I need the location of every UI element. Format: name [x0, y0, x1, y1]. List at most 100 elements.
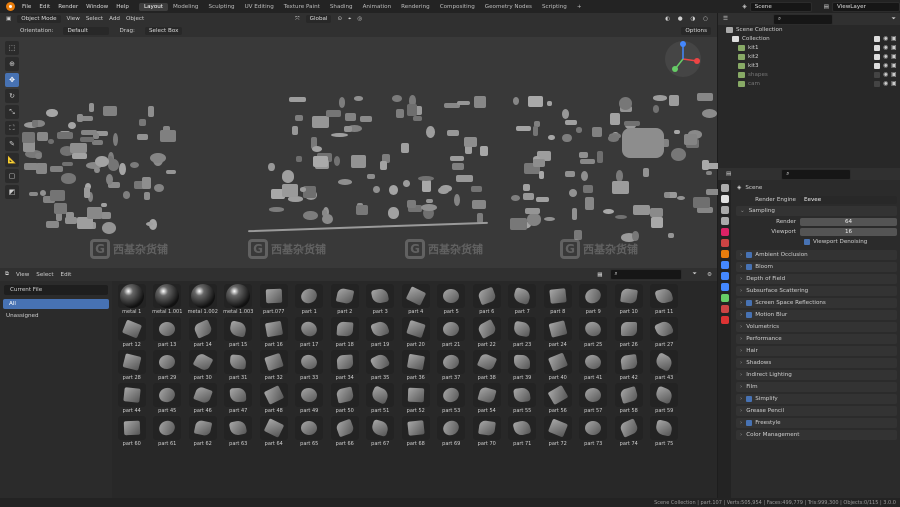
asset-item[interactable]: part 36 — [398, 350, 434, 383]
move-tool-icon[interactable]: ✥ — [5, 73, 19, 87]
mesh-part[interactable] — [582, 185, 594, 193]
mesh-part[interactable] — [523, 184, 530, 192]
menu-render[interactable]: Render — [54, 4, 82, 10]
asset-item[interactable]: part 46 — [185, 383, 221, 416]
asset-item[interactable]: part 39 — [505, 350, 541, 383]
mesh-part[interactable] — [569, 188, 578, 197]
asset-item[interactable]: part 41 — [576, 350, 612, 383]
blender-logo-icon[interactable] — [6, 2, 15, 11]
outliner-row-Collection[interactable]: Collection ◉ ▣ — [718, 34, 900, 43]
mesh-part[interactable] — [268, 207, 284, 212]
mesh-part[interactable] — [667, 232, 675, 239]
scene-collection-row[interactable]: Scene Collection — [718, 25, 900, 34]
mesh-part[interactable] — [522, 193, 534, 200]
mesh-part[interactable] — [29, 191, 39, 197]
section-volumetrics[interactable]: › Volumetrics — [736, 322, 897, 332]
mesh-part[interactable] — [578, 152, 589, 159]
section-bloom[interactable]: › Bloom — [736, 262, 897, 272]
mesh-part[interactable] — [623, 120, 641, 127]
asset-item[interactable]: part 22 — [469, 317, 505, 350]
texture-tab-icon[interactable] — [720, 316, 729, 324]
render-camera-icon[interactable]: ▣ — [891, 80, 897, 87]
mesh-part[interactable] — [312, 116, 329, 129]
menu-edit[interactable]: Edit — [35, 4, 54, 10]
mesh-part[interactable] — [607, 135, 619, 142]
annotate-tool-icon[interactable]: ✎ — [5, 137, 19, 151]
mesh-part[interactable] — [438, 186, 450, 195]
outliner-row-kit3[interactable]: kit3 ◉ ▣ — [718, 61, 900, 70]
asset-item[interactable]: part 32 — [256, 350, 292, 383]
menu-file[interactable]: File — [18, 4, 35, 10]
asset-item[interactable]: part 17 — [292, 317, 328, 350]
asset-item[interactable]: part 40 — [540, 350, 576, 383]
mesh-part[interactable] — [113, 132, 119, 146]
tab-rendering[interactable]: Rendering — [396, 3, 435, 11]
asset-item[interactable]: part 11 — [647, 284, 683, 317]
mesh-part[interactable] — [536, 196, 549, 202]
tool-tab-icon[interactable] — [720, 184, 729, 192]
section-checkbox[interactable] — [746, 252, 753, 258]
visibility-eye-icon[interactable]: ◉ — [883, 44, 889, 51]
asset-item[interactable]: part 66 — [327, 416, 363, 449]
mesh-part[interactable] — [564, 120, 577, 125]
shading-mode-icons[interactable]: ◐ ● ◑ ○ — [665, 16, 711, 22]
asset-item[interactable]: part 24 — [540, 317, 576, 350]
tab-shading[interactable]: Shading — [325, 3, 358, 11]
properties-editor-icon[interactable]: ▤ — [726, 171, 731, 177]
mesh-part[interactable] — [413, 116, 423, 122]
asset-item[interactable]: part 38 — [469, 350, 505, 383]
viewport-menu-object[interactable]: Object — [126, 16, 144, 22]
mesh-part[interactable] — [288, 196, 303, 202]
tab-layout[interactable]: Layout — [138, 2, 168, 11]
asset-item[interactable]: part 51 — [363, 383, 399, 416]
section-shadows[interactable]: › Shadows — [736, 358, 897, 368]
mesh-part[interactable] — [471, 185, 482, 193]
asset-item[interactable]: part 18 — [327, 317, 363, 350]
asset-item[interactable]: part 10 — [611, 284, 647, 317]
display-mode-icon[interactable]: ▦ — [597, 272, 602, 278]
mesh-part[interactable] — [70, 143, 87, 153]
transform-tool-icon[interactable]: ⛶ — [5, 121, 19, 135]
asset-item[interactable]: metal 1.003 — [221, 284, 257, 317]
asset-item[interactable]: part 7 — [505, 284, 541, 317]
section-motion-blur[interactable]: › Motion Blur — [736, 310, 897, 320]
mesh-part[interactable] — [453, 193, 461, 207]
asset-item[interactable]: part 52 — [398, 383, 434, 416]
add-workspace-button[interactable]: + — [572, 3, 587, 11]
asset-item[interactable]: part 69 — [434, 416, 470, 449]
asset-item[interactable]: part 9 — [576, 284, 612, 317]
mode-dropdown[interactable]: Object Mode — [17, 15, 61, 23]
asset-item[interactable]: part 59 — [647, 383, 683, 416]
mesh-part[interactable] — [651, 217, 664, 229]
asset-item[interactable]: part 70 — [469, 416, 505, 449]
physics-tab-icon[interactable] — [720, 283, 729, 291]
mesh-part[interactable] — [292, 125, 298, 136]
asset-item[interactable]: part 33 — [292, 350, 328, 383]
viewport-menu-select[interactable]: Select — [86, 16, 103, 22]
mesh-part[interactable] — [676, 196, 686, 201]
view-layer-selector[interactable]: ViewLayer — [832, 1, 900, 12]
asset-item[interactable]: part.077 — [256, 284, 292, 317]
tab-compositing[interactable]: Compositing — [435, 3, 480, 11]
asset-item[interactable]: part 61 — [150, 416, 186, 449]
asset-item[interactable]: part 29 — [150, 350, 186, 383]
mesh-part[interactable] — [35, 152, 42, 160]
mesh-part[interactable] — [615, 170, 623, 182]
mesh-part[interactable] — [580, 158, 595, 164]
mesh-part[interactable] — [94, 166, 101, 174]
section-grease-pencil[interactable]: › Grease Pencil — [736, 406, 897, 416]
mesh-part[interactable] — [100, 202, 107, 207]
mesh-part[interactable] — [702, 160, 709, 170]
mesh-part[interactable] — [396, 109, 405, 119]
mesh-part[interactable] — [510, 218, 527, 230]
mesh-part[interactable] — [311, 146, 323, 153]
properties-search-input[interactable]: ⌕ — [781, 168, 852, 180]
visibility-eye-icon[interactable]: ◉ — [883, 53, 889, 60]
mesh-part[interactable] — [511, 194, 520, 201]
section-subsurface-scattering[interactable]: › Subsurface Scattering — [736, 286, 897, 296]
asset-item[interactable]: part 57 — [576, 383, 612, 416]
mesh-part[interactable] — [331, 132, 348, 137]
asset-item[interactable]: part 62 — [185, 416, 221, 449]
section-checkbox[interactable] — [746, 264, 753, 270]
asset-item[interactable]: part 75 — [647, 416, 683, 449]
